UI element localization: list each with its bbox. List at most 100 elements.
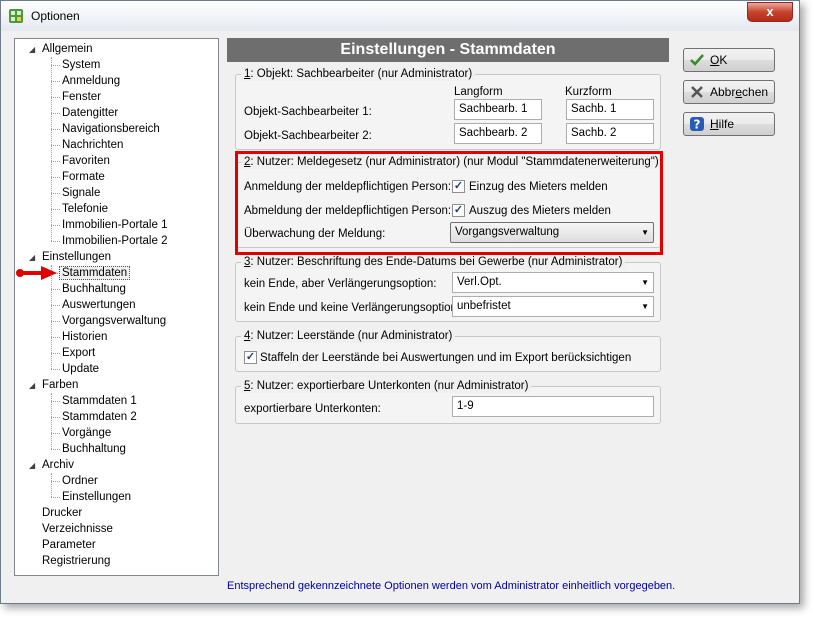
tree-item[interactable]: Update [62,361,99,377]
window-title: Optionen [31,9,80,23]
tree-item[interactable]: Vorgangsverwaltung [62,313,166,329]
tree-item-label: Anmeldung [62,75,121,87]
tree-item-label: Vorgangsverwaltung [62,315,167,327]
col-langform-label: Langform [454,86,503,98]
help-button[interactable]: ? Hilfe [683,112,775,136]
tree-item-label: Farben [42,379,79,391]
leerstaende-checkbox[interactable]: ✓ [244,351,257,364]
tree-item[interactable]: Auswertungen [62,297,136,313]
tree-item[interactable]: Einstellungen [42,249,111,265]
title-bar[interactable]: Optionen x [1,1,799,31]
red-arrow-icon [16,266,57,280]
tree-item[interactable]: Buchhaltung [62,281,126,297]
tree-item[interactable]: Verzeichnisse [42,521,113,537]
triangle-expanded-icon[interactable]: ◢ [29,45,38,54]
tree-connector [51,81,60,82]
tree-item[interactable]: Buchhaltung [62,441,126,457]
tree-item-label: Favoriten [62,155,110,167]
tree-item-label: Einstellungen [42,251,112,263]
tree-item[interactable]: Datengitter [62,105,118,121]
triangle-expanded-icon[interactable]: ◢ [29,253,38,262]
ok-button[interactable]: OK [683,48,775,72]
tree-item[interactable]: Farben [42,377,78,393]
triangle-expanded-icon[interactable]: ◢ [29,461,38,470]
tree-item[interactable]: Immobilien-Portale 1 [62,217,167,233]
tree-connector [51,393,52,449]
tree-item-label: Stammdaten 1 [62,395,137,407]
tree-item-label: Datengitter [62,107,119,119]
close-button[interactable]: x [747,2,793,22]
tree-item[interactable]: Telefonie [62,201,108,217]
tree-item-label: Telefonie [62,203,109,215]
tree-item-label: Immobilien-Portale 1 [62,219,168,231]
sachbearbeiter-1-long-input[interactable]: Sachbearb. 1 [454,99,542,120]
tree-item[interactable]: Navigationsbereich [62,121,160,137]
triangle-expanded-icon[interactable]: ◢ [29,381,38,390]
options-tree[interactable]: ◢ Allgemein System Anmeldung Fenster Datengit… [14,38,219,576]
tree-item[interactable]: Drucker [42,505,82,521]
group-sachbearbeiter: 1: Objekt: Sachbearbeiter (nur Administr… [235,67,661,150]
tree-item-label: Immobilien-Portale 2 [62,235,168,247]
tree-item-label: Historien [62,331,108,343]
tree-item[interactable]: Stammdaten 2 [62,409,137,425]
footer-note: Entsprechend gekennzeichnete Optionen we… [227,580,676,592]
svg-text:?: ? [694,118,701,132]
group-leerstaende-title: 4: Nutzer: Leerstände (nur Administrator… [241,329,456,343]
group-unterkonten: 5: Nutzer: exportierbare Unterkonten (nu… [235,379,661,424]
tree-item-label: Ordner [62,475,98,487]
col-kurzform-label: Kurzform [565,86,612,98]
sachbearbeiter-2-long-input[interactable]: Sachbearb. 2 [454,123,542,144]
tree-item-label: Registrierung [42,555,111,567]
keine-verlaengerung-select[interactable]: unbefristet ▼ [452,296,654,317]
tree-item[interactable]: Fenster [62,89,101,105]
verlaengerung-select[interactable]: Verl.Opt. ▼ [452,272,654,293]
tree-item-label: Export [62,347,96,359]
tree-item[interactable]: Historien [62,329,107,345]
tree-item[interactable]: Allgemein [42,41,93,57]
tree-item[interactable]: Favoriten [62,153,110,169]
tree-item[interactable]: Archiv [42,457,74,473]
tree-item[interactable]: Registrierung [42,553,110,569]
tree-connector [51,177,60,178]
close-icon: x [766,4,774,19]
tree-item[interactable]: Stammdaten [59,265,131,281]
sachbearbeiter-1-short-input[interactable]: Sachb. 1 [566,99,654,120]
settings-panel: Einstellungen - Stammdaten 1: Objekt: Sa… [227,38,669,576]
tree-item-label: Parameter [42,539,96,551]
tree-item-label: Auswertungen [62,299,136,311]
tree-item[interactable]: Signale [62,185,100,201]
tree-item-label: Update [62,363,100,375]
unterkonten-input[interactable]: 1-9 [452,396,654,417]
cross-icon [691,86,703,98]
tree-item[interactable]: Einstellungen [62,489,131,505]
tree-item[interactable]: Vorgänge [62,425,111,441]
tree-item[interactable]: Nachrichten [62,137,123,153]
cancel-button-label: Abbrechen [710,85,769,99]
tree-item[interactable]: Formate [62,169,105,185]
question-mark-icon: ? [690,117,704,132]
leerstaende-checkbox-label[interactable]: Staffeln der Leerstände bei Auswertungen… [260,351,631,365]
tree-item-label: Stammdaten [59,266,131,280]
tree-connector [51,225,60,226]
tree-item[interactable]: Stammdaten 1 [62,393,137,409]
cancel-button[interactable]: Abbrechen [683,80,775,104]
sachbearbeiter-2-short-input[interactable]: Sachb. 2 [566,123,654,144]
tree-connector [51,209,60,210]
tree-item[interactable]: Immobilien-Portale 2 [62,233,167,249]
sachbearbeiter-2-label: Objekt-Sachbearbeiter 2: [244,130,372,142]
tree-item[interactable]: Parameter [42,537,96,553]
tree-connector [51,497,60,498]
tree-item-label: Verzeichnisse [42,523,113,535]
tree-item[interactable]: Ordner [62,473,98,489]
tree-item[interactable]: Anmeldung [62,73,120,89]
verlaengerung-label: kein Ende, aber Verlängerungsoption: [244,278,437,290]
tree-connector [51,305,60,306]
tree-item-label: Vorgänge [62,427,112,439]
tree-item[interactable]: System [62,57,100,73]
tree-item-label: Fenster [62,91,101,103]
tree-connector [51,369,60,370]
unterkonten-label: exportierbare Unterkonten: [244,403,381,415]
tree-item[interactable]: Export [62,345,95,361]
options-window: Optionen x ◢ Allgemein System Anmeldung Fens… [0,0,800,604]
checkmark-icon [690,54,704,66]
